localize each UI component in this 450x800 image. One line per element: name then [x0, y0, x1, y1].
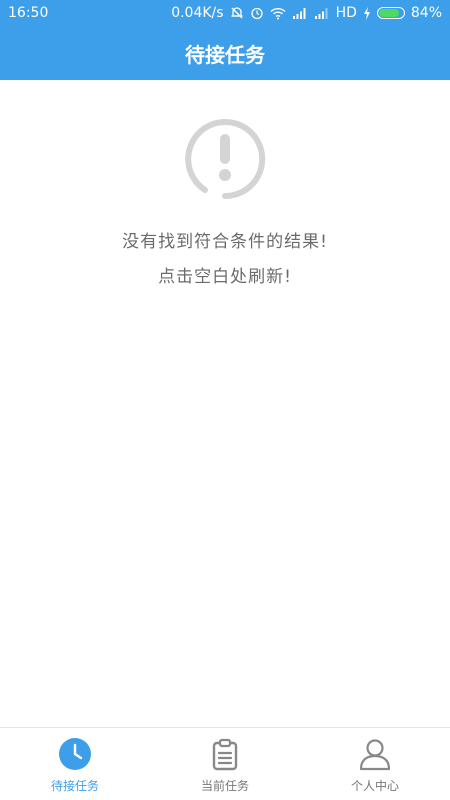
- page-header: 待接任务: [0, 26, 450, 80]
- bottom-tab-bar: 待接任务 当前任务 个人中心: [0, 727, 450, 800]
- tab-personal-center[interactable]: 个人中心: [300, 728, 450, 800]
- exclamation-circle-icon: [185, 119, 266, 200]
- tab-current-tasks[interactable]: 当前任务: [150, 728, 300, 800]
- signal-icon: [314, 7, 330, 19]
- alarm-icon: [250, 6, 264, 20]
- battery-percent: 84%: [410, 5, 442, 21]
- signal-icon: [292, 7, 308, 19]
- charging-icon: [363, 6, 371, 20]
- clipboard-icon: [212, 738, 238, 771]
- tab-pending-tasks[interactable]: 待接任务: [0, 728, 150, 800]
- empty-message: 没有找到符合条件的结果!: [122, 232, 328, 252]
- refresh-hint: 点击空白处刷新!: [158, 267, 292, 287]
- status-time: 16:50: [8, 5, 49, 21]
- battery-icon: [376, 7, 405, 19]
- person-icon: [359, 739, 391, 771]
- battery-fill: [378, 9, 400, 17]
- tab-label: 待接任务: [50, 779, 99, 793]
- tab-label: 当前任务: [200, 779, 249, 793]
- app-screen: 16:50 0.04K/s HD 84% 待接任务 没有找到符合条件的结果! 点…: [0, 0, 450, 800]
- status-bar: 16:50 0.04K/s HD 84%: [0, 0, 450, 26]
- bell-muted-icon: [230, 6, 244, 20]
- network-speed: 0.04K/s: [171, 5, 224, 21]
- tab-label: 个人中心: [350, 779, 399, 793]
- wifi-icon: [270, 7, 286, 20]
- page-title: 待接任务: [185, 42, 265, 67]
- network-type: HD: [335, 5, 357, 21]
- empty-state-refresh-area[interactable]: 没有找到符合条件的结果! 点击空白处刷新!: [0, 80, 450, 727]
- clock-icon: [59, 738, 91, 770]
